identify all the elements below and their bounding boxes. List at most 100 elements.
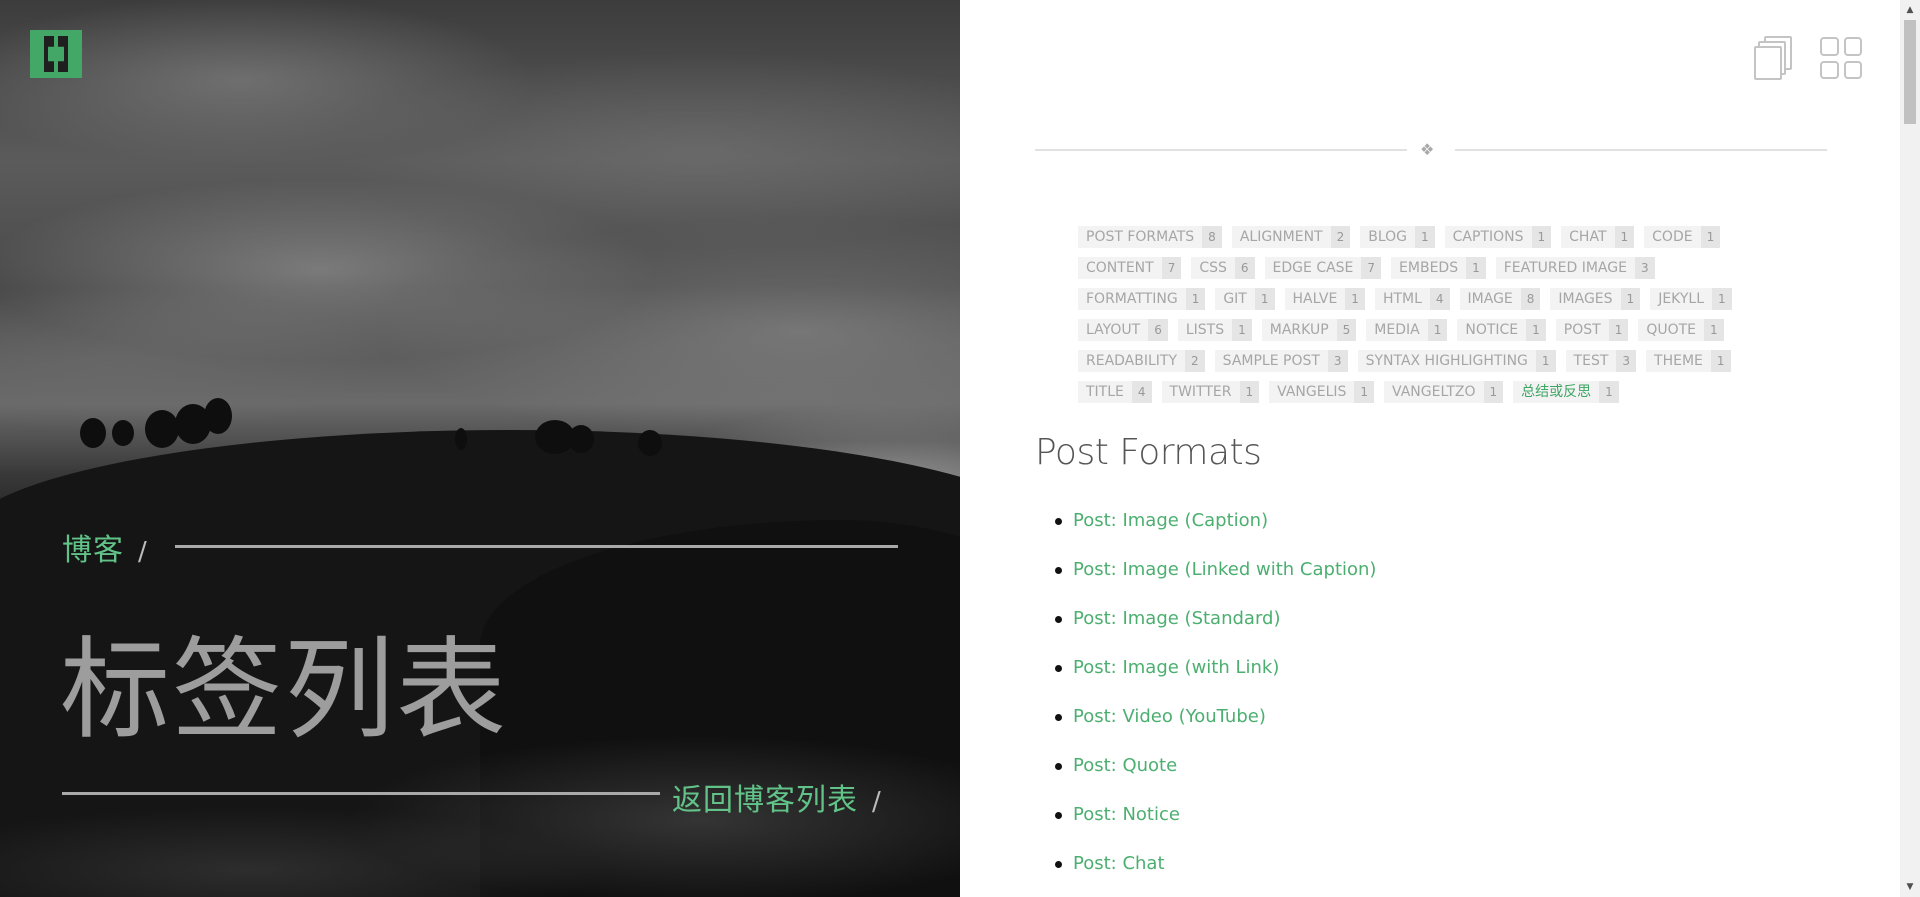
tag-count: 3 — [1616, 350, 1637, 372]
scroll-down-icon[interactable]: ▼ — [1904, 881, 1916, 893]
tag-item[interactable]: IMAGES 1 — [1550, 288, 1641, 310]
post-link[interactable]: Post: Quote — [1054, 753, 1376, 802]
tag-item[interactable]: READABILITY 2 — [1078, 350, 1205, 372]
back-link-label[interactable]: 返回博客列表 — [672, 783, 858, 818]
tag-count: 1 — [1415, 226, 1435, 248]
tag-item[interactable]: HTML 4 — [1374, 288, 1450, 310]
tag-item[interactable]: FORMATTING 1 — [1078, 288, 1206, 310]
section-divider: ❖ — [1035, 140, 1827, 160]
tag-count: 2 — [1185, 350, 1205, 372]
tag-label: IMAGES — [1550, 288, 1621, 310]
back-link-separator: / — [872, 787, 882, 817]
tag-item[interactable]: FEATURED IMAGE 3 — [1495, 257, 1655, 279]
main-content: ❖ POST FORMATS 8 ALIGNMENT 2 BLOG 1 CAPTIONS 1 C… — [960, 0, 1900, 897]
post-link[interactable]: Post: Image (with Link) — [1054, 655, 1376, 704]
tag-item[interactable]: QUOTE 1 — [1638, 319, 1724, 341]
post-link[interactable]: Post: Image (Linked with Caption) — [1054, 557, 1376, 606]
tag-count: 8 — [1202, 226, 1222, 248]
tag-count: 6 — [1234, 257, 1255, 279]
tag-label: THEME — [1646, 350, 1711, 372]
tag-count: 6 — [1148, 319, 1168, 341]
copy-icon[interactable] — [1754, 36, 1794, 80]
tag-item[interactable]: TWITTER 1 — [1161, 381, 1260, 403]
site-logo[interactable] — [30, 30, 82, 78]
tag-item[interactable]: LAYOUT 6 — [1078, 319, 1168, 341]
post-link[interactable]: Post: Chat — [1054, 851, 1376, 897]
grid-icon[interactable] — [1820, 37, 1862, 79]
tag-label: QUOTE — [1638, 319, 1705, 341]
tag-label: FORMATTING — [1078, 288, 1186, 310]
tag-item[interactable]: 总结或反思 1 — [1513, 381, 1619, 403]
post-list: Post: Image (Caption) Post: Image (Linked… — [1054, 508, 1376, 897]
tag-count: 5 — [1336, 319, 1357, 341]
section-title: Post Formats — [1035, 432, 1262, 473]
tag-item[interactable]: POST FORMATS 8 — [1078, 226, 1222, 248]
tag-label: HTML — [1374, 288, 1430, 310]
tag-item[interactable]: CHAT 1 — [1561, 226, 1635, 248]
tag-item[interactable]: CONTENT 7 — [1078, 257, 1182, 279]
tag-item[interactable]: EMBEDS 1 — [1391, 257, 1486, 279]
breadcrumb-blog-link[interactable]: 博客 — [62, 533, 124, 568]
tag-label: TWITTER — [1161, 381, 1240, 403]
tag-count: 4 — [1429, 288, 1450, 310]
tag-label: FEATURED IMAGE — [1495, 257, 1635, 279]
tag-item[interactable]: HALVE 1 — [1284, 288, 1365, 310]
tag-label: HALVE — [1284, 288, 1346, 310]
tag-item[interactable]: LISTS 1 — [1177, 319, 1252, 341]
tag-item[interactable]: SAMPLE POST 3 — [1214, 350, 1348, 372]
scrollbar-thumb[interactable] — [1904, 20, 1916, 124]
tag-item[interactable]: MARKUP 5 — [1261, 319, 1357, 341]
post-link[interactable]: Post: Notice — [1054, 802, 1376, 851]
view-toggle — [1754, 36, 1862, 80]
tag-count: 1 — [1531, 226, 1552, 248]
tag-item[interactable]: IMAGE 8 — [1459, 288, 1541, 310]
tag-item[interactable]: MEDIA 1 — [1366, 319, 1448, 341]
tag-label: CODE — [1644, 226, 1701, 248]
tag-item[interactable]: NOTICE 1 — [1457, 319, 1546, 341]
tag-count: 8 — [1520, 288, 1541, 310]
divider-ornament-icon: ❖ — [1420, 140, 1435, 159]
tag-label: SYNTAX HIGHLIGHTING — [1357, 350, 1536, 372]
tag-item[interactable]: GIT 1 — [1215, 288, 1275, 310]
post-link[interactable]: Post: Image (Caption) — [1054, 508, 1376, 557]
breadcrumb-rule — [175, 545, 898, 548]
tag-label: MARKUP — [1261, 319, 1337, 341]
tag-item[interactable]: ALIGNMENT 2 — [1231, 226, 1351, 248]
tag-item[interactable]: TEST 3 — [1565, 350, 1637, 372]
page-title: 标签列表 — [60, 626, 508, 754]
tag-label: IMAGE — [1459, 288, 1521, 310]
tag-item[interactable]: JEKYLL 1 — [1650, 288, 1732, 310]
tag-label: EMBEDS — [1391, 257, 1467, 279]
tag-count: 1 — [1620, 288, 1641, 310]
tag-item[interactable]: EDGE CASE 7 — [1264, 257, 1382, 279]
tag-item[interactable]: VANGELTZO 1 — [1384, 381, 1504, 403]
tag-count: 7 — [1161, 257, 1182, 279]
tag-label: VANGELTZO — [1384, 381, 1484, 403]
tree-decoration — [568, 425, 594, 453]
tag-count: 1 — [1712, 288, 1732, 310]
tag-item[interactable]: THEME 1 — [1646, 350, 1731, 372]
post-link[interactable]: Post: Video (YouTube) — [1054, 704, 1376, 753]
tag-count: 7 — [1361, 257, 1382, 279]
tag-label: LISTS — [1177, 319, 1233, 341]
tag-label: TITLE — [1078, 381, 1132, 403]
tag-label: CAPTIONS — [1444, 226, 1532, 248]
tag-item[interactable]: CSS 6 — [1191, 257, 1255, 279]
post-link[interactable]: Post: Image (Standard) — [1054, 606, 1376, 655]
scroll-up-icon[interactable]: ▲ — [1904, 4, 1916, 16]
tag-label: BLOG — [1360, 226, 1416, 248]
tag-item[interactable]: CODE 1 — [1644, 226, 1721, 248]
tag-count: 1 — [1354, 381, 1375, 403]
tag-item[interactable]: TITLE 4 — [1078, 381, 1152, 403]
tag-count: 1 — [1185, 288, 1206, 310]
tree-decoration — [455, 428, 467, 450]
tag-item[interactable]: CAPTIONS 1 — [1444, 226, 1552, 248]
tag-item[interactable]: POST 1 — [1555, 319, 1629, 341]
tag-label: SAMPLE POST — [1214, 350, 1328, 372]
tag-item[interactable]: VANGELIS 1 — [1269, 381, 1375, 403]
scrollbar[interactable]: ▲ ▼ — [1900, 0, 1920, 897]
tag-item[interactable]: SYNTAX HIGHLIGHTING 1 — [1357, 350, 1556, 372]
tag-cloud: POST FORMATS 8 ALIGNMENT 2 BLOG 1 CAPTIONS 1 CHA… — [1078, 226, 1778, 403]
back-to-blog-link[interactable]: 返回博客列表 / — [672, 775, 882, 819]
tag-item[interactable]: BLOG 1 — [1360, 226, 1435, 248]
